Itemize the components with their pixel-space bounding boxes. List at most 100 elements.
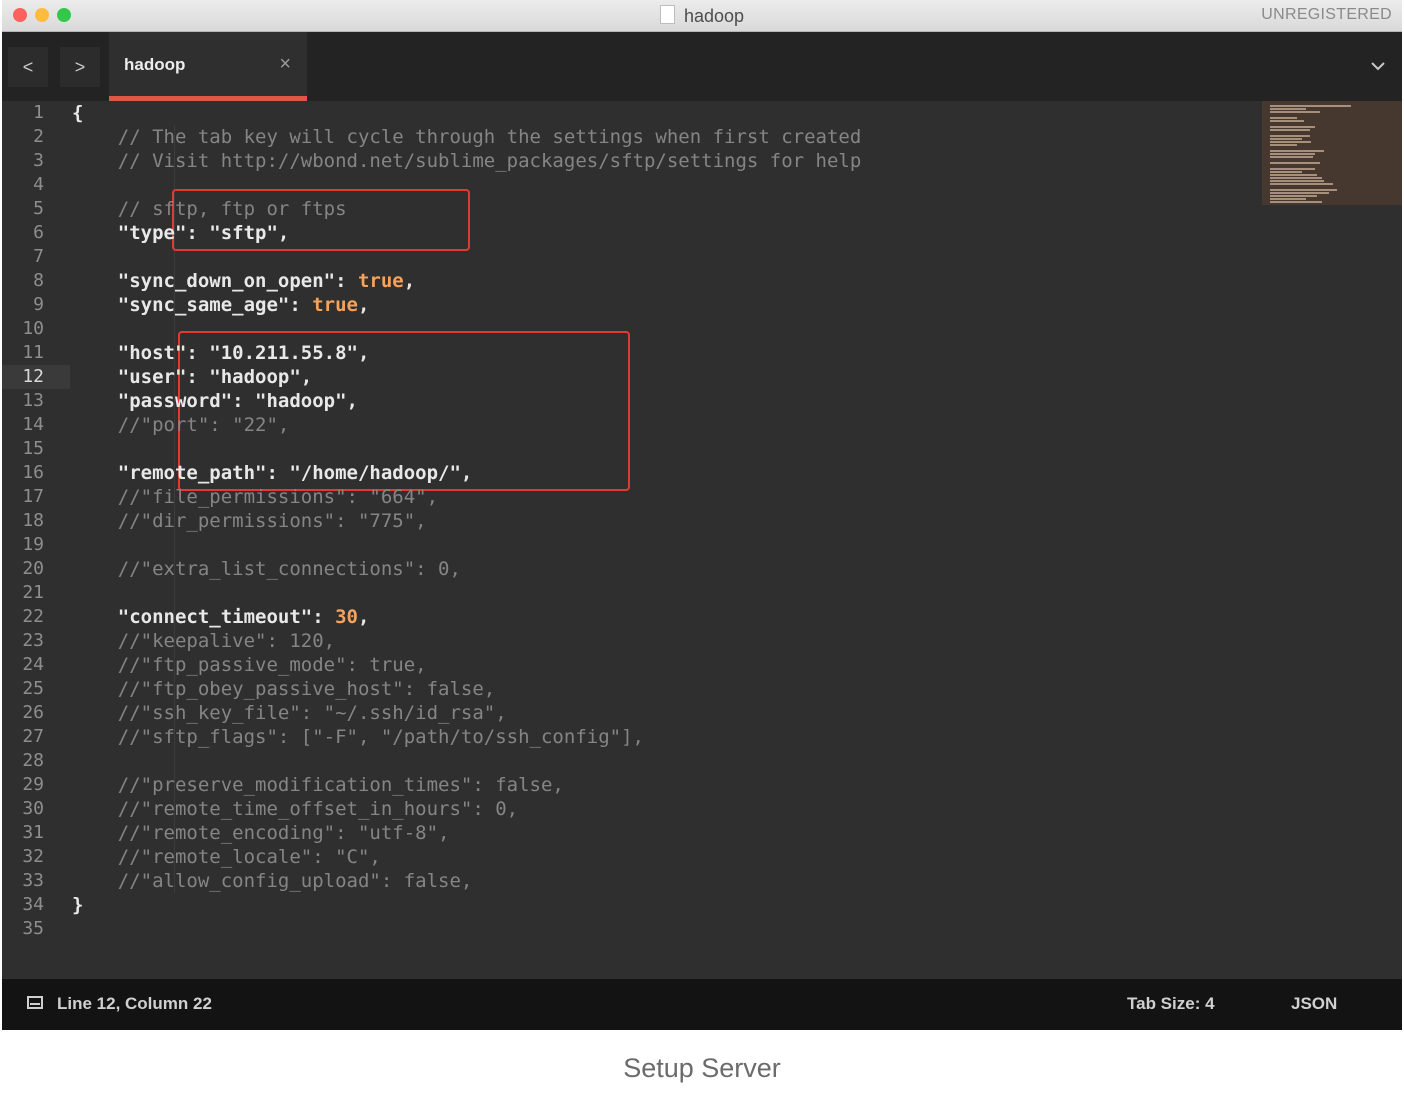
line-number: 19	[22, 534, 44, 555]
line-number: 29	[22, 774, 44, 795]
line-number: 11	[22, 342, 44, 363]
line-number: 17	[22, 486, 44, 507]
minimap-line	[1270, 126, 1315, 128]
minimap-line	[1270, 177, 1322, 179]
minimap-line	[1270, 108, 1306, 110]
code-line[interactable]: //"remote_encoding": "utf-8",	[72, 821, 450, 845]
document-icon	[659, 5, 675, 24]
code-line[interactable]: }	[72, 893, 83, 917]
tab-label: hadoop	[124, 55, 186, 74]
line-number: 20	[22, 558, 44, 579]
window-title: hadoop	[683, 6, 745, 26]
minimap-line	[1270, 162, 1320, 164]
minimap-line	[1270, 117, 1297, 119]
figure-caption: Setup Server	[623, 1053, 781, 1083]
cursor-position: Line 12, Column 22	[57, 994, 212, 1013]
code-line[interactable]: "sync_down_on_open": true,	[72, 269, 415, 293]
code-line[interactable]: // Visit http://wbond.net/sublime_packag…	[72, 149, 862, 173]
minimap-line	[1270, 180, 1324, 182]
line-number: 16	[22, 462, 44, 483]
tab-size-indicator[interactable]: Tab Size: 4	[1127, 994, 1215, 1014]
line-number: 5	[33, 198, 44, 219]
minimap-line	[1270, 195, 1317, 197]
minimap-line	[1270, 183, 1333, 185]
minimap-line	[1270, 141, 1311, 143]
forward-button[interactable]: >	[60, 47, 100, 87]
minimap[interactable]	[1262, 101, 1402, 205]
code-line[interactable]: //"ssh_key_file": "~/.ssh/id_rsa",	[72, 701, 507, 725]
minimap-line	[1270, 129, 1310, 131]
minimap-line	[1270, 174, 1317, 176]
boolean-literal: true	[357, 270, 404, 292]
minimap-line	[1270, 144, 1297, 146]
line-number: 18	[22, 510, 44, 531]
minimap-line	[1270, 150, 1324, 152]
code-line[interactable]: //"ftp_obey_passive_host": false,	[72, 677, 496, 701]
title-bar: hadoop UNREGISTERED	[2, 0, 1402, 32]
line-number: 23	[22, 630, 44, 651]
line-number: 33	[22, 870, 44, 891]
code-line[interactable]: // sftp, ftp or ftps	[72, 197, 347, 221]
code-line[interactable]: //"ftp_passive_mode": true,	[72, 653, 427, 677]
line-number: 30	[22, 798, 44, 819]
code-line[interactable]: //"allow_config_upload": false,	[72, 869, 473, 893]
tab-bar: < > hadoop ×	[2, 32, 1402, 101]
code-line[interactable]: //"remote_time_offset_in_hours": 0,	[72, 797, 518, 821]
window-title-area: hadoop	[2, 5, 1402, 27]
code-line[interactable]: // The tab key will cycle through the se…	[72, 125, 862, 149]
line-number: 7	[33, 246, 44, 267]
code-line[interactable]: "host": "10.211.55.8",	[72, 341, 370, 365]
number-literal: 30	[335, 606, 358, 628]
line-number: 28	[22, 750, 44, 771]
code-line[interactable]: //"port": "22",	[72, 413, 290, 437]
line-number: 10	[22, 318, 44, 339]
code-editor[interactable]: 1 2 3 4 5 6 7 8 9 10 11 12 13 14 15 16 17 18 19 20 21 22 23 24 2…	[2, 101, 1402, 979]
close-tab-button[interactable]: ×	[279, 53, 291, 76]
code-line[interactable]: //"file_permissions": "664",	[72, 485, 438, 509]
line-number: 4	[33, 174, 44, 195]
syntax-indicator[interactable]: JSON	[1291, 994, 1337, 1014]
code-line[interactable]: //"remote_locale": "C",	[72, 845, 381, 869]
minimap-line	[1270, 201, 1322, 203]
code-line[interactable]: //"sftp_flags": ["-F", "/path/to/ssh_con…	[72, 725, 644, 749]
line-number: 34	[22, 894, 44, 915]
code-line[interactable]: //"preserve_modification_times": false,	[72, 773, 564, 797]
minimap-line	[1270, 192, 1329, 194]
line-number: 6	[33, 222, 44, 243]
minimap-line	[1270, 153, 1315, 155]
back-button[interactable]: <	[8, 47, 48, 87]
line-number: 1	[33, 102, 44, 123]
code-line[interactable]: //"dir_permissions": "775",	[72, 509, 427, 533]
registration-status: UNREGISTERED	[1261, 6, 1392, 23]
line-number: 31	[22, 822, 44, 843]
tab-hadoop[interactable]: hadoop ×	[109, 32, 307, 101]
minimap-line	[1270, 189, 1337, 191]
chevron-down-icon[interactable]	[1367, 55, 1389, 77]
code-line[interactable]: "user": "hadoop",	[72, 365, 312, 389]
code-line[interactable]: //"keepalive": 120,	[72, 629, 335, 653]
code-area[interactable]: { // The tab key will cycle through the …	[72, 101, 1252, 979]
line-number: 27	[22, 726, 44, 747]
minimap-line	[1270, 168, 1315, 170]
line-number: 3	[33, 150, 44, 171]
minimap-line	[1270, 198, 1306, 200]
code-line[interactable]: "password": "hadoop",	[72, 389, 358, 413]
minimap-line	[1270, 171, 1302, 173]
code-line[interactable]: "type": "sftp",	[72, 221, 290, 245]
line-number: 22	[22, 606, 44, 627]
line-number: 2	[33, 126, 44, 147]
code-line[interactable]: "remote_path": "/home/hadoop/",	[72, 461, 473, 485]
line-number-gutter: 1 2 3 4 5 6 7 8 9 10 11 12 13 14 15 16 17 18 19 20 21 22 23 24 2…	[2, 101, 72, 979]
minimap-line	[1270, 105, 1351, 107]
minimap-line	[1270, 120, 1304, 122]
code-line[interactable]: {	[72, 101, 83, 125]
line-number: 12	[22, 366, 44, 387]
minimap-line	[1270, 111, 1320, 113]
code-line[interactable]: //"extra_list_connections": 0,	[72, 557, 461, 581]
code-line[interactable]: "connect_timeout": 30,	[72, 605, 370, 629]
panel-toggle-icon[interactable]	[27, 996, 43, 1009]
code-line[interactable]: "sync_same_age": true,	[72, 293, 370, 317]
line-number: 25	[22, 678, 44, 699]
status-bar: Line 12, Column 22 Tab Size: 4 JSON	[2, 979, 1402, 1030]
line-number: 15	[22, 438, 44, 459]
